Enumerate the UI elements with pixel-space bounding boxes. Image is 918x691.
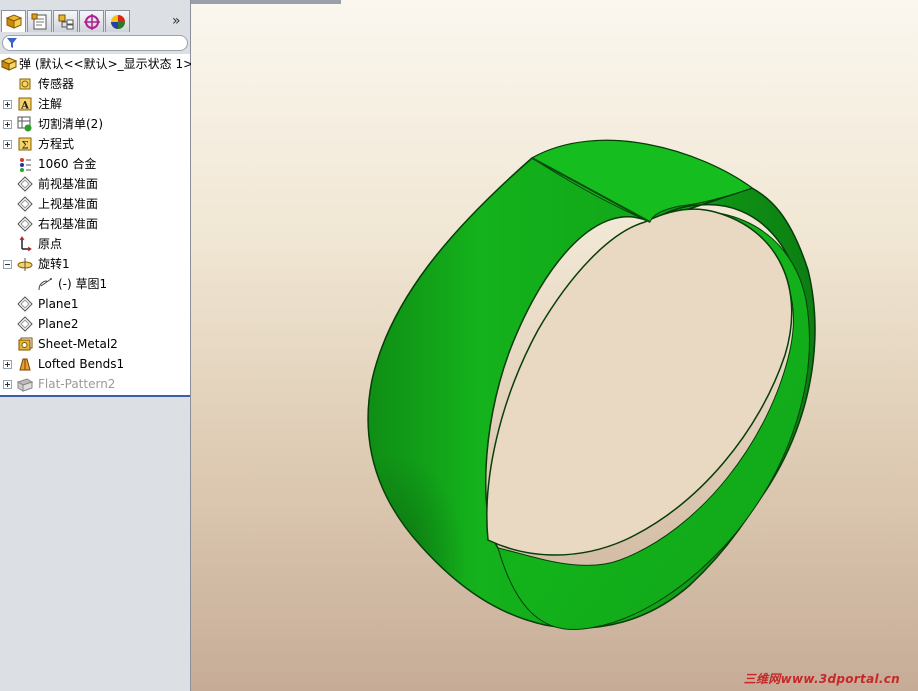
collapse-toggle[interactable]: [3, 260, 12, 269]
tree-item[interactable]: 前视基准面: [0, 174, 190, 194]
part-icon: [1, 57, 17, 71]
dimxpert-manager-tab[interactable]: [79, 10, 104, 32]
feature-tree: 弹 (默认<<默认>_显示状态 1> 传感器 A 注解切割清单(2) Σ 方程式 1060…: [0, 54, 194, 396]
annotation-icon: A: [18, 97, 32, 112]
plane-icon: [17, 216, 33, 232]
svg-text:Σ: Σ: [21, 141, 28, 152]
tree-item-label: 1060 合金: [38, 157, 97, 171]
tree-item-label: Sheet-Metal2: [38, 337, 118, 351]
equation-icon: Σ: [18, 137, 32, 152]
panel-divider: [0, 395, 190, 397]
tree-item-label: 原点: [38, 237, 63, 251]
toolbar-strip: [191, 0, 341, 4]
tree-item[interactable]: 旋转1: [0, 254, 190, 274]
crosshair-icon: [84, 14, 100, 30]
expand-toggle[interactable]: [3, 380, 12, 389]
tree-item[interactable]: 原点: [0, 234, 190, 254]
plane-icon: [17, 296, 33, 312]
watermark-text: 三维网www.3dportal.cn: [743, 672, 900, 686]
property-manager-icon: [31, 13, 47, 30]
sheet-metal-icon: [18, 337, 33, 351]
origin-icon: [19, 236, 32, 252]
tree-item[interactable]: Σ 方程式: [0, 134, 190, 154]
expand-toggle[interactable]: [3, 360, 12, 369]
revolve-icon: [17, 258, 33, 271]
tree-item-label: 切割清单(2): [38, 117, 103, 131]
tree-item[interactable]: 传感器: [0, 74, 190, 94]
configuration-manager-tab[interactable]: [53, 10, 78, 32]
tree-item-label: 上视基准面: [38, 197, 99, 211]
tree-item[interactable]: Sheet-Metal2: [0, 334, 190, 354]
plane-icon: [17, 176, 33, 192]
tree-root-label: 弹 (默认<<默认>_显示状态 1>: [19, 57, 194, 71]
svg-text:A: A: [20, 101, 29, 112]
display-manager-tab[interactable]: [105, 10, 130, 32]
tree-item-label: (-) 草图1: [58, 277, 108, 291]
feature-manager-tab[interactable]: [1, 10, 26, 32]
expand-toggle[interactable]: [3, 140, 12, 149]
tree-item-label: Lofted Bends1: [38, 357, 125, 371]
expand-toggle[interactable]: [3, 100, 12, 109]
tree-item-label: Plane2: [38, 317, 79, 331]
graphics-area[interactable]: [191, 0, 918, 691]
tree-item[interactable]: Plane2: [0, 314, 190, 334]
tree-root[interactable]: 弹 (默认<<默认>_显示状态 1>: [0, 54, 194, 74]
tree-item[interactable]: Lofted Bends1: [0, 354, 190, 374]
more-tabs-chevron[interactable]: »: [172, 13, 181, 29]
material-icon: [20, 158, 31, 172]
feature-manager-panel: » 弹 (默认<<默认>_显示状态 1> 传感器 A 注解切割清单(2) Σ 方程式 10…: [0, 0, 194, 691]
tree-item-label: Plane1: [38, 297, 79, 311]
appearance-icon: [111, 15, 125, 29]
tree-item-label: 方程式: [38, 137, 75, 151]
plane-icon: [17, 196, 33, 212]
tree-item-label: 注解: [38, 97, 63, 111]
tree-item[interactable]: 右视基准面: [0, 214, 190, 234]
tree-item-label: 前视基准面: [38, 177, 99, 191]
lofted-bend-icon: [19, 358, 31, 371]
tree-item[interactable]: 切割清单(2): [0, 114, 190, 134]
sketch-icon: [38, 278, 52, 291]
flat-pattern-icon: [17, 378, 33, 392]
configuration-manager-icon: [58, 14, 74, 30]
tree-item[interactable]: 上视基准面: [0, 194, 190, 214]
cut-list-icon: [17, 116, 32, 132]
expand-toggle[interactable]: [3, 120, 12, 129]
tree-item-label: Flat-Pattern2: [38, 377, 116, 391]
tree-item[interactable]: A 注解: [0, 94, 190, 114]
feature-tree-icon: [5, 14, 23, 29]
tree-filter-input[interactable]: [2, 35, 188, 51]
sheet-metal-ring-model[interactable]: [191, 0, 918, 691]
tree-item[interactable]: Flat-Pattern2: [0, 374, 190, 394]
tree-item-label: 传感器: [38, 77, 75, 91]
filter-icon: [7, 38, 17, 48]
tree-item[interactable]: Plane1: [0, 294, 190, 314]
sensor-icon: [19, 78, 31, 90]
property-manager-tab[interactable]: [27, 10, 52, 32]
tree-item[interactable]: 1060 合金: [0, 154, 190, 174]
manager-tabs: »: [0, 4, 190, 34]
tree-item-label: 右视基准面: [38, 217, 99, 231]
tree-item[interactable]: (-) 草图1: [0, 274, 190, 294]
plane-icon: [17, 316, 33, 332]
tree-item-label: 旋转1: [38, 257, 70, 271]
